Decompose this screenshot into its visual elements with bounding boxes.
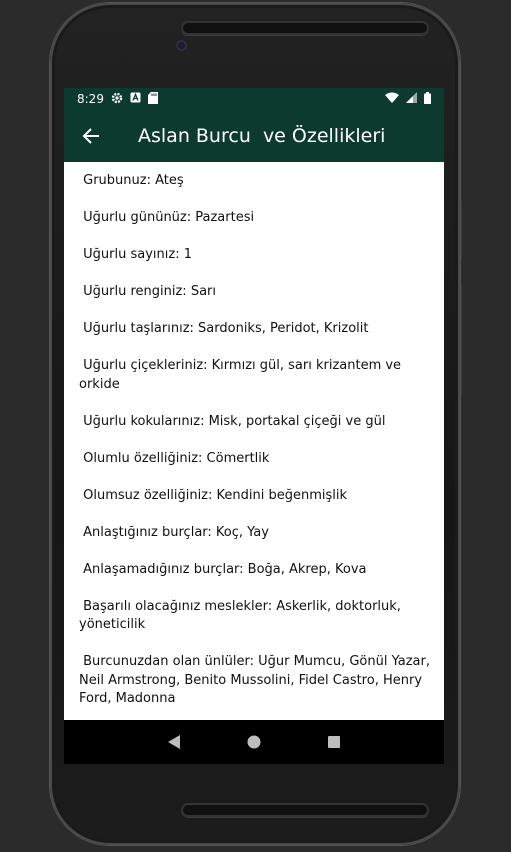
nav-home-button[interactable]	[242, 730, 266, 754]
trait-professions: Başarılı olacağınız meslekler: Askerlik,…	[79, 598, 406, 633]
front-camera	[176, 40, 187, 51]
recents-square-icon	[328, 736, 340, 748]
trait-lucky-day: Uğurlu gününüz: Pazartesi	[79, 210, 255, 225]
traits-list: Grubunuz: Ateş Uğurlu gününüz: Pazartesi…	[64, 162, 444, 720]
status-left: 8:29	[77, 91, 158, 107]
trait-positive: Olumlu özelliğiniz: Cömertlik	[79, 450, 270, 466]
trait-lucky-stones: Uğurlu taşlarınız: Sardoniks, Peridot, K…	[79, 321, 369, 336]
top-speaker	[181, 21, 429, 35]
gear-icon	[111, 92, 123, 107]
arrow-back-icon	[82, 128, 99, 144]
status-time: 8:29	[77, 92, 104, 106]
trait-celebrities: Burcunuzdan olan ünlüler: Uğur Mumcu, Gö…	[79, 654, 435, 706]
trait-incompatible-signs: Anlaşamadığınız burçlar: Boğa, Akrep, Ko…	[79, 561, 367, 577]
app-bar: Aslan Burcu ve Özellikleri	[64, 110, 444, 162]
trait-lucky-color: Uğurlu renginiz: Sarı	[79, 284, 216, 299]
trait-negative: Olumsuz özelliğiniz: Kendini beğenmişlik	[79, 487, 348, 503]
navigation-bar	[64, 720, 444, 764]
back-button[interactable]	[80, 125, 102, 147]
nav-recents-button[interactable]	[322, 730, 346, 754]
status-right	[385, 91, 431, 107]
trait-group: Grubunuz: Ateş	[79, 173, 184, 188]
a-icon	[130, 92, 141, 106]
trait-compatible-signs: Anlaştığınız burçlar: Koç, Yay	[79, 524, 269, 540]
wifi-icon	[385, 92, 399, 106]
bottom-speaker	[181, 803, 429, 817]
page-title: Aslan Burcu ve Özellikleri	[138, 125, 386, 147]
trait-lucky-scents: Uğurlu kokularınız: Misk, portakal çiçeğ…	[79, 413, 386, 429]
nav-back-button[interactable]	[162, 730, 186, 754]
trait-lucky-number: Uğurlu sayınız: 1	[79, 247, 192, 262]
home-circle-icon	[247, 735, 261, 749]
signal-icon	[406, 92, 417, 106]
screen: 8:29 Aslan Burcu ve Özellikleri Grubunuz…	[64, 88, 444, 764]
status-bar: 8:29	[64, 88, 444, 110]
trait-lucky-flowers: Uğurlu çiçekleriniz: Kırmızı gül, sarı k…	[79, 358, 406, 392]
back-triangle-icon	[168, 735, 180, 749]
sd-card-icon	[147, 91, 158, 107]
battery-icon	[424, 91, 431, 107]
